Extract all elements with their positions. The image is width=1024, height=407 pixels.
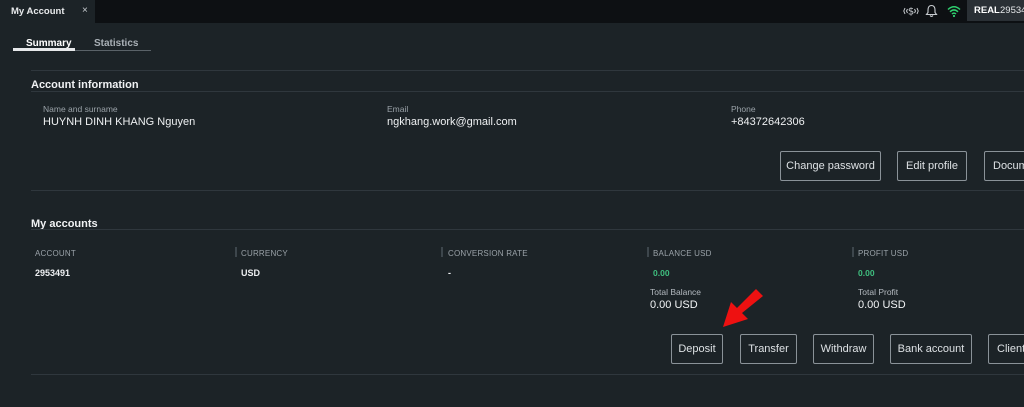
account-info-title: Account information <box>31 79 139 91</box>
column-separator <box>441 247 443 257</box>
email-label: Email <box>387 104 409 114</box>
column-header-currency: CURRENCY <box>241 249 288 258</box>
name-label: Name and surname <box>43 104 118 114</box>
bank-account-button[interactable]: Bank account <box>890 334 972 364</box>
profit-cell: 0.00 <box>858 268 875 278</box>
svg-text:$: $ <box>908 7 914 18</box>
total-balance-label: Total Balance <box>650 287 702 297</box>
column-separator <box>647 247 649 257</box>
name-value: HUYNH DINH KHANG Nguyen <box>43 116 196 128</box>
transfer-button[interactable]: Transfer <box>740 334 797 364</box>
divider <box>31 91 1024 92</box>
total-profit-label: Total Profit <box>858 287 899 297</box>
column-header-balance: BALANCE USD <box>653 249 712 258</box>
wifi-icon <box>947 4 961 23</box>
conversion-rate-cell: - <box>448 268 451 278</box>
phone-value: +84372642306 <box>731 116 805 128</box>
column-header-account: ACCOUNT <box>35 249 76 258</box>
documents-button[interactable]: Documents <box>984 151 1024 181</box>
red-arrow-annotation <box>723 289 763 327</box>
withdraw-button[interactable]: Withdraw <box>813 334 874 364</box>
tab-title: My Account <box>11 6 65 17</box>
tab-statistics[interactable]: Statistics <box>94 38 138 49</box>
divider <box>31 374 1024 375</box>
phone-label: Phone <box>731 104 756 114</box>
dollar-signal-icon[interactable]: $ <box>903 4 919 23</box>
top-bar: My Account × $ REAL 29534 <box>0 0 1024 23</box>
column-header-conversion-rate: CONVERSION RATE <box>448 249 528 258</box>
account-number-label: 29534 <box>1000 5 1024 16</box>
divider <box>31 190 1024 191</box>
email-value: ngkhang.work@gmail.com <box>387 116 517 128</box>
column-header-profit: PROFIT USD <box>858 249 909 258</box>
tab-my-account[interactable]: My Account × <box>0 0 95 23</box>
client-button[interactable]: Client <box>988 334 1024 364</box>
column-separator <box>852 247 854 257</box>
change-password-button[interactable]: Change password <box>780 151 881 181</box>
active-tab-indicator <box>13 48 75 51</box>
account-mode-label: REAL <box>974 5 1000 16</box>
total-balance-value: 0.00 USD <box>650 299 698 311</box>
currency-cell: USD <box>241 268 261 278</box>
column-separator <box>235 247 237 257</box>
bell-icon[interactable] <box>925 4 938 23</box>
account-mode-badge[interactable]: REAL 29534 <box>967 0 1024 21</box>
account-number-cell: 2953491 <box>35 268 71 278</box>
deposit-button[interactable]: Deposit <box>671 334 723 364</box>
close-icon[interactable]: × <box>82 5 88 16</box>
total-profit-value: 0.00 USD <box>858 299 906 311</box>
edit-profile-button[interactable]: Edit profile <box>897 151 967 181</box>
divider <box>31 70 1024 71</box>
balance-cell: 0.00 <box>653 268 670 278</box>
divider <box>31 229 1024 230</box>
